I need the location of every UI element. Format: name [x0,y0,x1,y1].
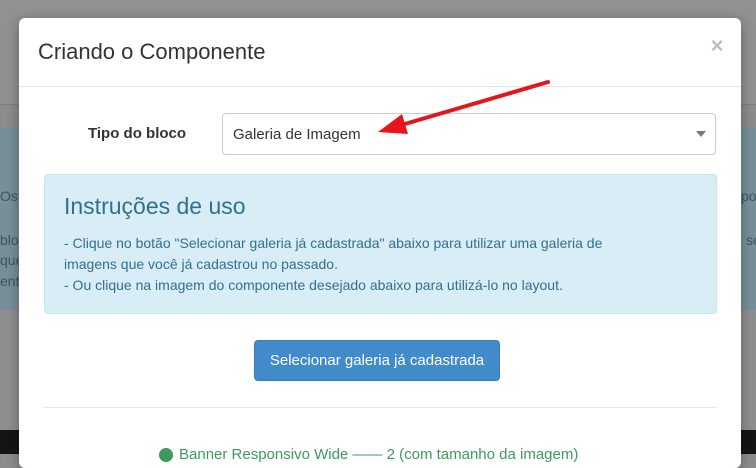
create-component-modal: Criando o Componente × Tipo do bloco Gal… [19,18,741,468]
close-icon[interactable]: × [707,34,727,58]
instructions-line: - Clique no botão "Selecionar galeria já… [64,235,603,251]
block-type-label: Tipo do bloco [88,125,187,142]
select-existing-gallery-button[interactable]: Selecionar galeria já cadastrada [254,340,500,381]
chevron-down-icon [696,131,706,137]
modal-title: Criando o Componente [38,39,266,64]
block-type-select[interactable]: Galeria de Imagem [222,113,716,155]
backdrop-text-fragment: blo [0,232,19,248]
instructions-alert: Instruções de uso - Clique no botão "Sel… [44,174,717,314]
backdrop-text-fragment: Os [0,188,18,204]
section-divider [44,407,717,408]
plus-circle-icon [159,448,173,463]
backdrop-text-fragment: po [741,188,756,204]
backdrop-text-fragment: se [746,232,756,248]
backdrop-text-fragment: ent [0,273,20,289]
component-option-link[interactable]: Banner Responsivo Wide —— 2 (com tamanho… [159,446,578,463]
instructions-title: Instruções de uso [64,193,246,219]
block-type-selected-value: Galeria de Imagem [233,126,361,143]
modal-header: Criando o Componente × [19,18,741,87]
instructions-line: - Ou clique na imagem do componente dese… [64,277,563,293]
component-option-label: Banner Responsivo Wide —— 2 (com tamanho… [179,446,579,463]
instructions-line: imagens que você já cadastrou no passado… [64,256,338,272]
